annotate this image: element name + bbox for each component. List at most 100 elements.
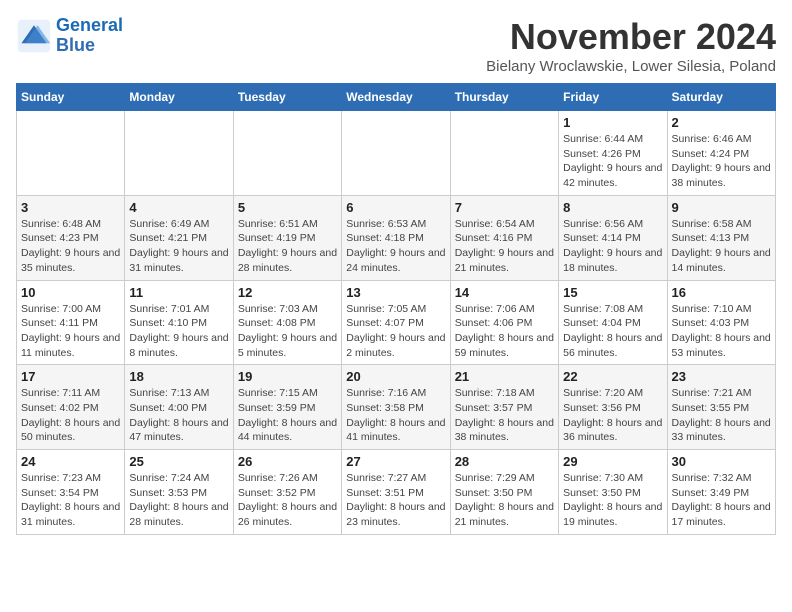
day-info: Sunrise: 6:54 AM Sunset: 4:16 PM Dayligh…: [455, 217, 554, 276]
day-number: 11: [129, 285, 228, 300]
weekday-header: Thursday: [450, 84, 558, 111]
day-info: Sunrise: 7:11 AM Sunset: 4:02 PM Dayligh…: [21, 386, 120, 445]
calendar-day-cell: 26 Sunrise: 7:26 AM Sunset: 3:52 PM Dayli…: [233, 450, 341, 535]
weekday-header: Saturday: [667, 84, 775, 111]
calendar-week-row: 1Sunrise: 6:44 AM Sunset: 4:26 PM Daylig…: [17, 111, 776, 196]
day-info: Sunrise: 6:58 AM Sunset: 4:13 PM Dayligh…: [672, 217, 771, 276]
day-info: Sunrise: 7:00 AM Sunset: 4:11 PM Dayligh…: [21, 302, 120, 361]
calendar-day-cell: 4Sunrise: 6:49 AM Sunset: 4:21 PM Daylig…: [125, 195, 233, 280]
day-number: 3: [21, 200, 120, 215]
calendar-day-cell: 1Sunrise: 6:44 AM Sunset: 4:26 PM Daylig…: [559, 111, 667, 196]
calendar-day-cell: 5 Sunrise: 6:51 AM Sunset: 4:19 PM Daylig…: [233, 195, 341, 280]
weekday-header: Friday: [559, 84, 667, 111]
calendar-day-cell: 13 Sunrise: 7:05 AM Sunset: 4:07 PM Dayli…: [342, 280, 450, 365]
weekday-header: Sunday: [17, 84, 125, 111]
calendar-day-cell: [125, 111, 233, 196]
day-info: Sunrise: 7:05 AM Sunset: 4:07 PM Dayligh…: [346, 302, 445, 361]
day-info: Sunrise: 7:30 AM Sunset: 3:50 PM Dayligh…: [563, 471, 662, 530]
calendar-day-cell: 16 Sunrise: 7:10 AM Sunset: 4:03 PM Dayli…: [667, 280, 775, 365]
calendar-week-row: 10 Sunrise: 7:00 AM Sunset: 4:11 PM Dayli…: [17, 280, 776, 365]
day-info: Sunrise: 7:26 AM Sunset: 3:52 PM Dayligh…: [238, 471, 337, 530]
day-number: 23: [672, 369, 771, 384]
day-number: 12: [238, 285, 337, 300]
calendar-day-cell: 21Sunrise: 7:18 AM Sunset: 3:57 PM Dayli…: [450, 365, 558, 450]
calendar-day-cell: 12 Sunrise: 7:03 AM Sunset: 4:08 PM Dayli…: [233, 280, 341, 365]
day-info: Sunrise: 7:21 AM Sunset: 3:55 PM Dayligh…: [672, 386, 771, 445]
calendar-day-cell: 11Sunrise: 7:01 AM Sunset: 4:10 PM Dayli…: [125, 280, 233, 365]
calendar-day-cell: [450, 111, 558, 196]
day-number: 13: [346, 285, 445, 300]
calendar-day-cell: 28 Sunrise: 7:29 AM Sunset: 3:50 PM Dayli…: [450, 450, 558, 535]
day-number: 10: [21, 285, 120, 300]
day-number: 17: [21, 369, 120, 384]
day-info: Sunrise: 7:10 AM Sunset: 4:03 PM Dayligh…: [672, 302, 771, 361]
calendar-day-cell: 2 Sunrise: 6:46 AM Sunset: 4:24 PM Daylig…: [667, 111, 775, 196]
calendar-day-cell: 23 Sunrise: 7:21 AM Sunset: 3:55 PM Dayli…: [667, 365, 775, 450]
day-info: Sunrise: 7:06 AM Sunset: 4:06 PM Dayligh…: [455, 302, 554, 361]
day-number: 6: [346, 200, 445, 215]
logo-icon: [16, 18, 52, 54]
calendar-week-row: 17 Sunrise: 7:11 AM Sunset: 4:02 PM Dayli…: [17, 365, 776, 450]
weekday-header: Monday: [125, 84, 233, 111]
calendar-day-cell: 15 Sunrise: 7:08 AM Sunset: 4:04 PM Dayli…: [559, 280, 667, 365]
day-number: 16: [672, 285, 771, 300]
calendar-day-cell: 22Sunrise: 7:20 AM Sunset: 3:56 PM Dayli…: [559, 365, 667, 450]
day-info: Sunrise: 7:29 AM Sunset: 3:50 PM Dayligh…: [455, 471, 554, 530]
day-info: Sunrise: 6:49 AM Sunset: 4:21 PM Dayligh…: [129, 217, 228, 276]
calendar-day-cell: 6 Sunrise: 6:53 AM Sunset: 4:18 PM Daylig…: [342, 195, 450, 280]
calendar-day-cell: 3 Sunrise: 6:48 AM Sunset: 4:23 PM Daylig…: [17, 195, 125, 280]
day-info: Sunrise: 7:13 AM Sunset: 4:00 PM Dayligh…: [129, 386, 228, 445]
day-info: Sunrise: 6:56 AM Sunset: 4:14 PM Dayligh…: [563, 217, 662, 276]
calendar-day-cell: 7 Sunrise: 6:54 AM Sunset: 4:16 PM Daylig…: [450, 195, 558, 280]
calendar-week-row: 3 Sunrise: 6:48 AM Sunset: 4:23 PM Daylig…: [17, 195, 776, 280]
calendar-day-cell: 20 Sunrise: 7:16 AM Sunset: 3:58 PM Dayli…: [342, 365, 450, 450]
day-number: 22: [563, 369, 662, 384]
weekday-header: Tuesday: [233, 84, 341, 111]
day-info: Sunrise: 7:08 AM Sunset: 4:04 PM Dayligh…: [563, 302, 662, 361]
calendar-day-cell: 24 Sunrise: 7:23 AM Sunset: 3:54 PM Dayli…: [17, 450, 125, 535]
day-number: 9: [672, 200, 771, 215]
day-number: 20: [346, 369, 445, 384]
day-info: Sunrise: 7:15 AM Sunset: 3:59 PM Dayligh…: [238, 386, 337, 445]
day-info: Sunrise: 7:18 AM Sunset: 3:57 PM Dayligh…: [455, 386, 554, 445]
header: General Blue November 2024 Bielany Wrocl…: [16, 16, 776, 75]
calendar-day-cell: [342, 111, 450, 196]
day-info: Sunrise: 7:16 AM Sunset: 3:58 PM Dayligh…: [346, 386, 445, 445]
calendar-week-row: 24 Sunrise: 7:23 AM Sunset: 3:54 PM Dayli…: [17, 450, 776, 535]
day-number: 18: [129, 369, 228, 384]
calendar-day-cell: 18 Sunrise: 7:13 AM Sunset: 4:00 PM Dayli…: [125, 365, 233, 450]
day-number: 30: [672, 454, 771, 469]
calendar: SundayMondayTuesdayWednesdayThursdayFrid…: [16, 83, 776, 535]
logo-line2: Blue: [56, 35, 95, 55]
calendar-day-cell: 29Sunrise: 7:30 AM Sunset: 3:50 PM Dayli…: [559, 450, 667, 535]
logo-text: General Blue: [56, 16, 123, 56]
day-info: Sunrise: 6:48 AM Sunset: 4:23 PM Dayligh…: [21, 217, 120, 276]
day-info: Sunrise: 6:53 AM Sunset: 4:18 PM Dayligh…: [346, 217, 445, 276]
day-info: Sunrise: 7:03 AM Sunset: 4:08 PM Dayligh…: [238, 302, 337, 361]
weekday-header: Wednesday: [342, 84, 450, 111]
day-info: Sunrise: 7:27 AM Sunset: 3:51 PM Dayligh…: [346, 471, 445, 530]
day-info: Sunrise: 6:46 AM Sunset: 4:24 PM Dayligh…: [672, 132, 771, 191]
calendar-header-row: SundayMondayTuesdayWednesdayThursdayFrid…: [17, 84, 776, 111]
day-info: Sunrise: 7:23 AM Sunset: 3:54 PM Dayligh…: [21, 471, 120, 530]
day-number: 24: [21, 454, 120, 469]
day-number: 25: [129, 454, 228, 469]
day-number: 8: [563, 200, 662, 215]
day-number: 2: [672, 115, 771, 130]
calendar-day-cell: 19 Sunrise: 7:15 AM Sunset: 3:59 PM Dayli…: [233, 365, 341, 450]
logo-line1: General: [56, 15, 123, 35]
day-number: 7: [455, 200, 554, 215]
calendar-day-cell: 14Sunrise: 7:06 AM Sunset: 4:06 PM Dayli…: [450, 280, 558, 365]
day-number: 1: [563, 115, 662, 130]
day-number: 28: [455, 454, 554, 469]
calendar-day-cell: 8 Sunrise: 6:56 AM Sunset: 4:14 PM Daylig…: [559, 195, 667, 280]
day-info: Sunrise: 6:51 AM Sunset: 4:19 PM Dayligh…: [238, 217, 337, 276]
day-number: 26: [238, 454, 337, 469]
day-number: 5: [238, 200, 337, 215]
calendar-day-cell: 17 Sunrise: 7:11 AM Sunset: 4:02 PM Dayli…: [17, 365, 125, 450]
calendar-day-cell: 30 Sunrise: 7:32 AM Sunset: 3:49 PM Dayli…: [667, 450, 775, 535]
month-title: November 2024: [486, 16, 776, 58]
day-number: 15: [563, 285, 662, 300]
day-info: Sunrise: 7:32 AM Sunset: 3:49 PM Dayligh…: [672, 471, 771, 530]
day-number: 19: [238, 369, 337, 384]
